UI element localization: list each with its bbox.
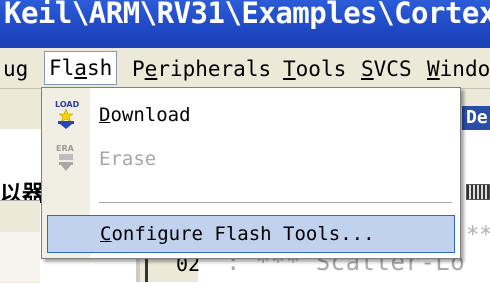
menu-flash[interactable]: Flash (44, 51, 118, 85)
window-title: Keil\ARM\RV31\Examples\Cortex (4, 0, 490, 30)
code-fragment: ** (466, 223, 490, 248)
menu-bar: ug Flash Peripherals Tools SVCS Windo (0, 48, 490, 89)
flash-dropdown-menu: LOAD Download ERA Erase Configure Flash … (41, 87, 461, 259)
download-menu-item[interactable]: LOAD Download (42, 96, 460, 134)
menu-window[interactable]: Windo (427, 57, 490, 81)
project-panel-row (0, 232, 40, 282)
title-bar: Keil\ARM\RV31\Examples\Cortex (0, 0, 490, 48)
erase-menu-item[interactable]: ERA Erase (42, 140, 460, 178)
svg-text:LOAD: LOAD (55, 100, 80, 109)
menu-tools[interactable]: Tools (283, 57, 346, 81)
menu-peripherals[interactable]: Peripherals (132, 57, 271, 81)
menu-separator (99, 202, 452, 203)
erase-label: Erase (99, 148, 157, 170)
download-label: Download (99, 104, 191, 126)
menu-debug[interactable]: ug (3, 57, 28, 81)
menu-svcs[interactable]: SVCS (361, 57, 412, 81)
download-icon: LOAD (52, 99, 80, 129)
configure-flash-tools-label: Configure Flash Tools... (100, 223, 375, 245)
erase-icon: ERA (52, 143, 80, 173)
gutter-marker (145, 258, 148, 282)
svg-text:ERA: ERA (56, 144, 75, 153)
configure-flash-tools-menu-item[interactable]: Configure Flash Tools... (47, 215, 455, 253)
editor-tab[interactable]: De (462, 106, 490, 130)
keyboard-icon[interactable] (466, 184, 490, 200)
